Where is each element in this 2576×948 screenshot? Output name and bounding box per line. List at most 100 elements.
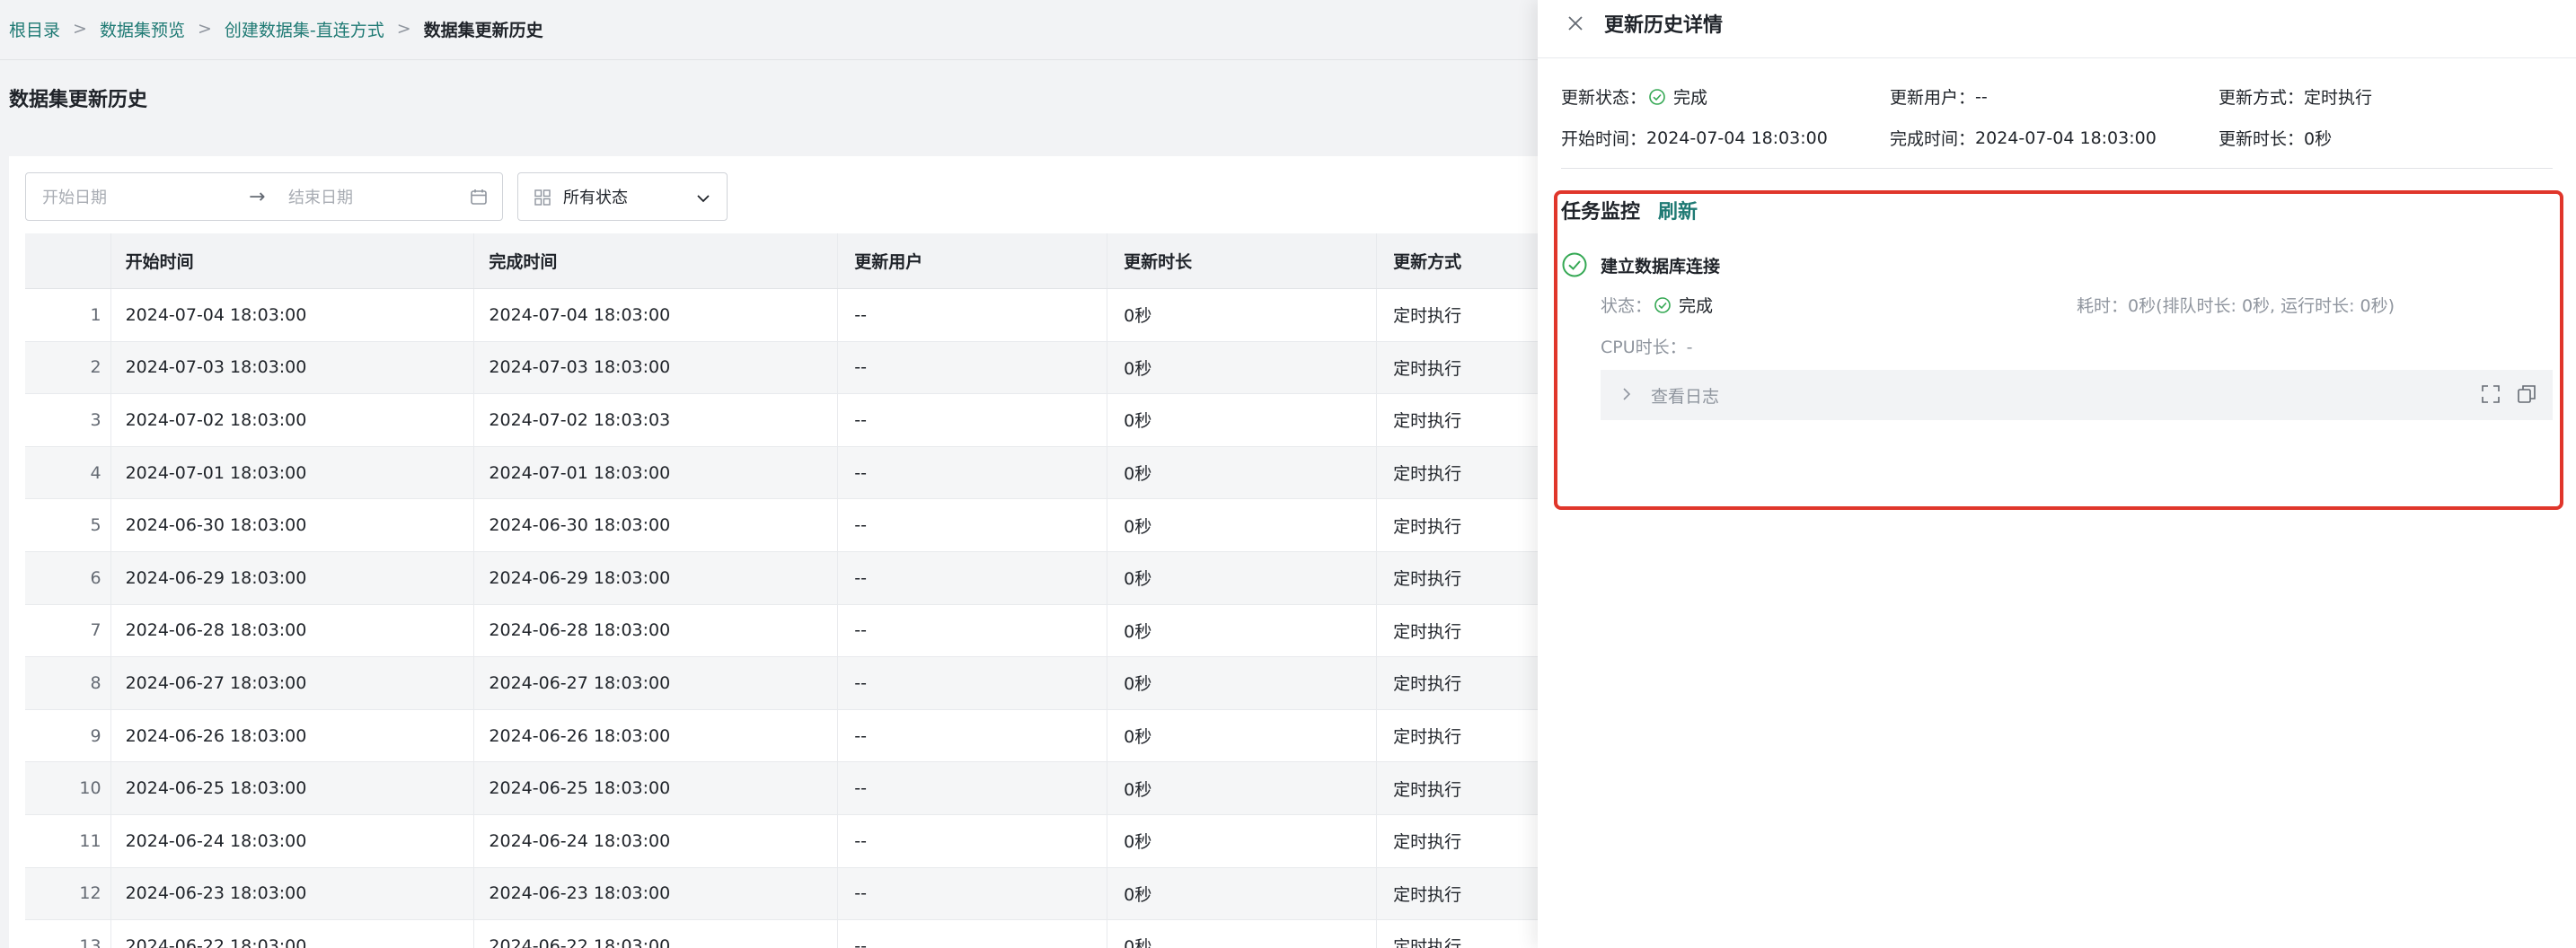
row-mode: 定时执行 <box>1393 411 1462 432</box>
date-range-picker[interactable]: 开始日期 → 结束日期 <box>25 172 503 221</box>
check-circle-icon <box>1649 88 1665 105</box>
row-user: -- <box>838 551 1108 604</box>
row-mode: 定时执行 <box>1393 832 1462 853</box>
view-log-collapse[interactable]: 查看日志 <box>1601 370 2553 420</box>
info-mode-label: 更新方式： <box>2219 88 2305 108</box>
calendar-icon[interactable] <box>470 188 488 206</box>
table-row[interactable]: 13 2024-06-22 18:03:00 2024-06-22 18:03:00… <box>25 920 1552 948</box>
row-mode: 定时执行 <box>1393 621 1462 642</box>
refresh-link[interactable]: 刷新 <box>1658 196 1698 224</box>
status-select-value: 所有状态 <box>563 189 628 207</box>
table-row[interactable]: 9 2024-06-26 18:03:00 2024-06-26 18:03:00-… <box>25 709 1552 763</box>
row-start-time: 2024-06-22 18:03:00 <box>111 920 475 948</box>
table-row[interactable]: 3 2024-07-02 18:03:00 2024-07-02 18:03:03-… <box>25 394 1552 447</box>
header-end-time[interactable]: 完成时间 <box>474 233 839 288</box>
task-status-value: 完成 <box>1679 296 1714 316</box>
row-duration: 0秒 <box>1107 814 1378 867</box>
row-start-time: 2024-07-03 18:03:00 <box>111 341 475 394</box>
info-status-label: 更新状态： <box>1561 88 1647 108</box>
fullscreen-icon[interactable] <box>2481 384 2501 404</box>
row-mode: 定时执行 <box>1393 674 1462 695</box>
row-end-time: 2024-06-27 18:03:00 <box>474 657 839 709</box>
end-date-input[interactable]: 结束日期 <box>288 185 353 208</box>
breadcrumb-create-link[interactable]: 创建数据集-直连方式 <box>225 17 384 41</box>
row-index: 13 <box>25 920 111 948</box>
row-user: -- <box>838 657 1108 709</box>
row-mode: 定时执行 <box>1393 569 1462 590</box>
breadcrumb-separator: > <box>197 19 212 39</box>
grid-icon <box>534 189 551 206</box>
row-user: -- <box>838 604 1108 657</box>
info-user-value: -- <box>1975 86 1988 107</box>
breadcrumb-root-link[interactable]: 根目录 <box>9 17 60 41</box>
start-date-input[interactable]: 开始日期 <box>42 185 107 208</box>
row-user: -- <box>838 762 1108 814</box>
info-end-value: 2024-07-04 18:03:00 <box>1975 127 2157 148</box>
row-user: -- <box>838 867 1108 920</box>
header-index <box>25 233 111 288</box>
row-end-time: 2024-06-24 18:03:00 <box>474 814 839 867</box>
page-title: 数据集更新历史 <box>9 89 148 111</box>
row-start-time: 2024-07-01 18:03:00 <box>111 446 475 499</box>
row-duration: 0秒 <box>1107 499 1378 551</box>
row-mode: 定时执行 <box>1393 516 1462 537</box>
info-duration: 更新时长： 0秒 <box>2219 126 2332 150</box>
chevron-down-icon <box>697 195 710 203</box>
row-index: 7 <box>25 604 111 657</box>
breadcrumb-preview-link[interactable]: 数据集预览 <box>100 17 185 41</box>
header-mode[interactable]: 更新方式 <box>1377 233 1552 288</box>
row-start-time: 2024-06-25 18:03:00 <box>111 762 475 814</box>
row-user: -- <box>838 499 1108 551</box>
row-end-time: 2024-07-02 18:03:03 <box>474 394 839 446</box>
table-row[interactable]: 4 2024-07-01 18:03:00 2024-07-01 18:03:00-… <box>25 446 1552 500</box>
table-row[interactable]: 12 2024-06-23 18:03:00 2024-06-23 18:03:00… <box>25 867 1552 921</box>
info-end: 完成时间： 2024-07-04 18:03:00 <box>1890 126 2157 150</box>
table-row[interactable]: 10 2024-06-25 18:03:00 2024-06-25 18:03:00… <box>25 762 1552 815</box>
header-user[interactable]: 更新用户 <box>838 233 1108 288</box>
status-filter-select[interactable]: 所有状态 <box>517 172 728 221</box>
table-row[interactable]: 5 2024-06-30 18:03:00 2024-06-30 18:03:00-… <box>25 499 1552 552</box>
row-index: 12 <box>25 867 111 920</box>
chevron-right-icon[interactable] <box>1619 386 1635 402</box>
task-status-label: 状态： <box>1601 296 1653 316</box>
history-table: 开始时间 完成时间 更新用户 更新时长 更新方式 1 2024-07-04 18:… <box>25 233 1552 948</box>
table-row[interactable]: 6 2024-06-29 18:03:00 2024-06-29 18:03:00-… <box>25 551 1552 605</box>
header-divider <box>0 59 1538 60</box>
table-row[interactable]: 8 2024-06-27 18:03:00 2024-06-27 18:03:00-… <box>25 657 1552 710</box>
row-mode: 定时执行 <box>1393 727 1462 748</box>
row-mode: 定时执行 <box>1393 779 1462 800</box>
row-start-time: 2024-06-24 18:03:00 <box>111 814 475 867</box>
table-row[interactable]: 2 2024-07-03 18:03:00 2024-07-03 18:03:00-… <box>25 341 1552 395</box>
row-index: 1 <box>25 289 111 341</box>
table-row[interactable]: 7 2024-06-28 18:03:00 2024-06-28 18:03:00-… <box>25 604 1552 658</box>
info-duration-label: 更新时长： <box>2219 129 2305 149</box>
row-duration: 0秒 <box>1107 657 1378 709</box>
view-log-label[interactable]: 查看日志 <box>1651 383 1719 408</box>
info-mode: 更新方式： 定时执行 <box>2219 84 2372 109</box>
table-row[interactable]: 11 2024-06-24 18:03:00 2024-06-24 18:03:00… <box>25 814 1552 868</box>
row-mode: 定时执行 <box>1393 306 1462 327</box>
dataset-history-page: 根目录 > 数据集预览 > 创建数据集-直连方式 > 数据集更新历史 数据集更新… <box>0 0 1552 948</box>
row-duration: 0秒 <box>1107 551 1378 604</box>
copy-icon[interactable] <box>2517 384 2536 404</box>
info-duration-value: 0秒 <box>2304 129 2333 149</box>
row-start-time: 2024-07-02 18:03:00 <box>111 394 475 446</box>
row-index: 2 <box>25 341 111 394</box>
section-divider <box>1561 168 2553 169</box>
close-icon[interactable] <box>1565 13 1586 34</box>
header-start-time[interactable]: 开始时间 <box>111 233 475 288</box>
row-mode: 定时执行 <box>1393 937 1462 948</box>
row-duration: 0秒 <box>1107 920 1378 948</box>
row-start-time: 2024-06-23 18:03:00 <box>111 867 475 920</box>
info-user: 更新用户： -- <box>1890 84 1988 109</box>
range-arrow-icon: → <box>249 185 266 208</box>
info-status-value: 完成 <box>1673 88 1708 108</box>
table-row[interactable]: 1 2024-07-04 18:03:00 2024-07-04 18:03:00-… <box>25 289 1552 342</box>
row-duration: 0秒 <box>1107 762 1378 814</box>
header-duration[interactable]: 更新时长 <box>1107 233 1378 288</box>
check-circle-icon <box>1654 296 1671 313</box>
row-end-time: 2024-07-03 18:03:00 <box>474 341 839 394</box>
info-end-label: 完成时间： <box>1890 129 1976 149</box>
row-duration: 0秒 <box>1107 394 1378 446</box>
drawer-title: 更新历史详情 <box>1604 14 1724 37</box>
